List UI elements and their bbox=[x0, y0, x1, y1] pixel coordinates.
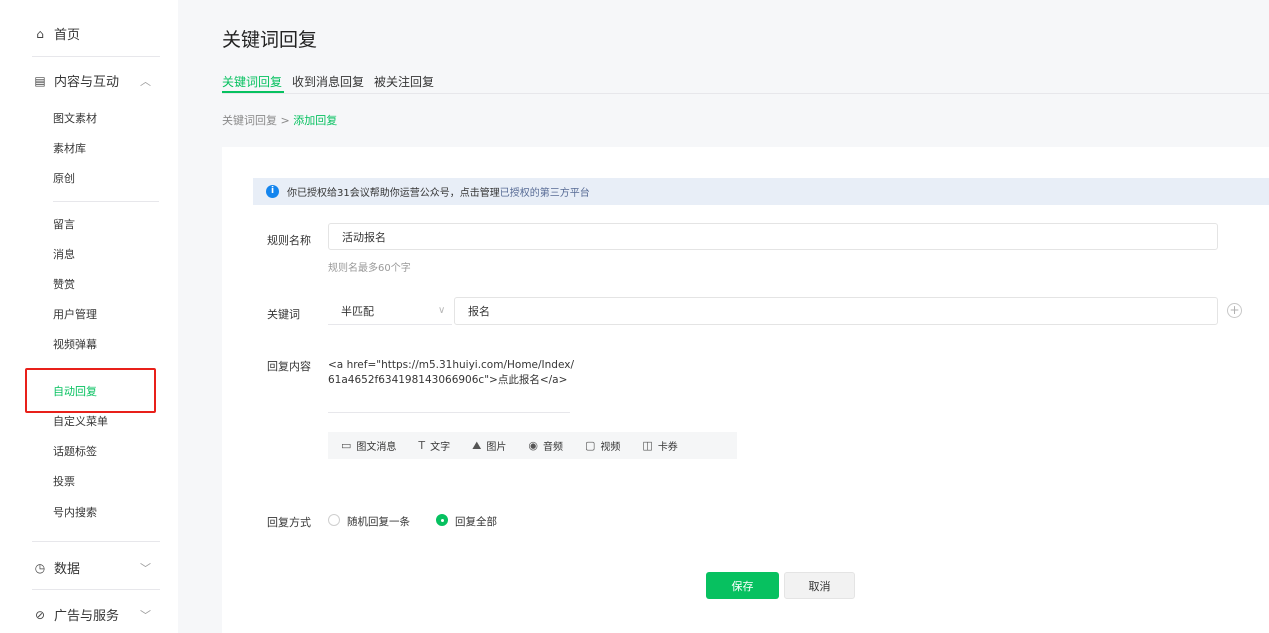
reply-content-label: 回复内容 bbox=[267, 360, 311, 373]
notice-text: 你已授权给31会议帮助你运营公众号，点击管理 bbox=[287, 188, 500, 199]
tab-bar: 关键词回复 收到消息回复 被关注回复 bbox=[222, 73, 444, 90]
sidebar-item-danmaku[interactable]: 视频弹幕 bbox=[53, 337, 97, 353]
tab-divider bbox=[222, 93, 1269, 94]
rule-name-label: 规则名称 bbox=[267, 234, 311, 247]
rule-name-value: 活动报名 bbox=[342, 230, 386, 244]
audio-icon: ◉ bbox=[528, 439, 538, 452]
highlight-annotation bbox=[25, 368, 156, 413]
chevron-down-icon: ﹀ bbox=[140, 561, 151, 575]
tool-video[interactable]: ▢ 视频 bbox=[585, 438, 620, 453]
sidebar-item-messages[interactable]: 消息 bbox=[53, 247, 75, 263]
sidebar-item-original[interactable]: 原创 bbox=[53, 171, 75, 187]
nav-content-label: 内容与互动 bbox=[54, 75, 120, 90]
rule-name-input[interactable]: 活动报名 bbox=[328, 223, 1218, 250]
match-type-value: 半匹配 bbox=[341, 304, 374, 318]
sidebar-item-vote[interactable]: 投票 bbox=[53, 474, 75, 490]
breadcrumb-current: 添加回复 bbox=[293, 114, 338, 127]
reply-content-line: <a href="https://m5.31huiyi.com/Home/Ind… bbox=[328, 359, 574, 371]
nav-home-label: 首页 bbox=[54, 28, 81, 43]
reply-type-toolbar: ▭ 图文消息 T 文字 ⛰ 图片 ◉ 音频 ▢ 视频 ◫ 卡券 bbox=[328, 432, 737, 459]
tool-image-label: 图片 bbox=[486, 442, 507, 453]
sidebar-divider bbox=[32, 589, 160, 590]
reply-content-editor[interactable]: <a href="https://m5.31huiyi.com/Home/Ind… bbox=[328, 358, 608, 388]
sidebar-item-topic-tags[interactable]: 话题标签 bbox=[53, 444, 97, 460]
sidebar-item-search[interactable]: 号内搜索 bbox=[53, 505, 97, 521]
tool-news[interactable]: ▭ 图文消息 bbox=[341, 438, 396, 453]
breadcrumb-separator: > bbox=[280, 114, 290, 127]
coupon-icon: ◫ bbox=[642, 439, 653, 452]
tool-text-label: 文字 bbox=[430, 442, 451, 453]
tool-text[interactable]: T 文字 bbox=[418, 438, 450, 453]
nav-ads-label: 广告与服务 bbox=[54, 609, 120, 624]
form-card bbox=[222, 147, 1269, 633]
reply-mode-label: 回复方式 bbox=[267, 516, 311, 529]
tool-audio[interactable]: ◉ 音频 bbox=[528, 438, 563, 453]
video-icon: ▢ bbox=[585, 439, 596, 452]
reply-content-line: 61a4652f634198143066906c">点此报名</a> bbox=[328, 374, 568, 386]
nav-data-label: 数据 bbox=[54, 562, 81, 577]
chevron-up-icon: ︿ bbox=[140, 74, 151, 88]
editor-divider bbox=[328, 412, 570, 413]
nav-home[interactable]: ⌂ 首页 bbox=[32, 24, 81, 44]
compass-icon: ⊘ bbox=[34, 607, 46, 622]
keyword-label: 关键词 bbox=[267, 308, 300, 321]
chevron-down-icon: ∨ bbox=[438, 305, 446, 316]
keyword-input[interactable]: 报名 bbox=[454, 297, 1218, 325]
tool-image[interactable]: ⛰ 图片 bbox=[472, 438, 507, 454]
radio-reply-all[interactable] bbox=[436, 514, 448, 526]
tab-message-reply[interactable]: 收到消息回复 bbox=[292, 73, 364, 90]
image-icon: ⛰ bbox=[472, 438, 482, 452]
match-type-select[interactable]: 半匹配 ∨ bbox=[328, 297, 452, 325]
sidebar-item-comments[interactable]: 留言 bbox=[53, 217, 75, 233]
authorization-notice: i 你已授权给31会议帮助你运营公众号，点击管理 已授权的第三方平台 bbox=[253, 178, 1269, 205]
sidebar-divider bbox=[32, 541, 160, 542]
breadcrumb: 关键词回复 > 添加回复 bbox=[222, 112, 337, 128]
breadcrumb-parent[interactable]: 关键词回复 bbox=[222, 114, 277, 127]
tool-audio-label: 音频 bbox=[543, 442, 563, 453]
sidebar-divider bbox=[32, 56, 160, 57]
home-icon: ⌂ bbox=[36, 26, 44, 41]
nav-data[interactable]: ◷ 数据 ﹀ bbox=[32, 558, 151, 578]
sidebar: ⌂ 首页 ▤ 内容与互动 ︿ 图文素材 素材库 原创 留言 消息 赞赏 用户管理… bbox=[0, 0, 178, 633]
rule-name-hint: 规则名最多60个字 bbox=[328, 263, 411, 274]
radio-reply-all-label[interactable]: 回复全部 bbox=[455, 514, 497, 529]
add-keyword-icon[interactable]: + bbox=[1227, 303, 1242, 318]
news-icon: ▭ bbox=[341, 439, 352, 452]
nav-ads[interactable]: ⊘ 广告与服务 ﹀ bbox=[32, 605, 151, 625]
tool-coupon-label: 卡券 bbox=[657, 442, 678, 453]
keyword-value: 报名 bbox=[468, 305, 490, 318]
radio-random-reply[interactable] bbox=[328, 514, 340, 526]
sidebar-item-rewards[interactable]: 赞赏 bbox=[53, 277, 75, 293]
chevron-down-icon: ﹀ bbox=[140, 608, 151, 622]
tool-coupon[interactable]: ◫ 卡券 bbox=[642, 438, 677, 453]
info-icon: i bbox=[266, 185, 279, 198]
sidebar-item-library[interactable]: 素材库 bbox=[53, 141, 86, 157]
page-title: 关键词回复 bbox=[222, 29, 318, 51]
sidebar-item-articles[interactable]: 图文素材 bbox=[53, 111, 97, 127]
radio-random-reply-label[interactable]: 随机回复一条 bbox=[347, 514, 410, 529]
sidebar-item-custom-menu[interactable]: 自定义菜单 bbox=[53, 414, 108, 430]
tool-video-label: 视频 bbox=[600, 442, 621, 453]
notice-link[interactable]: 已授权的第三方平台 bbox=[500, 184, 590, 199]
text-icon: T bbox=[418, 439, 426, 452]
sidebar-item-users[interactable]: 用户管理 bbox=[53, 307, 97, 323]
clock-icon: ◷ bbox=[34, 560, 46, 575]
tab-follow-reply[interactable]: 被关注回复 bbox=[374, 73, 434, 90]
sidebar-divider bbox=[53, 201, 159, 202]
document-icon: ▤ bbox=[34, 73, 46, 88]
cancel-button[interactable]: 取消 bbox=[784, 572, 855, 599]
tool-news-label: 图文消息 bbox=[356, 442, 397, 453]
nav-content[interactable]: ▤ 内容与互动 ︿ bbox=[32, 71, 151, 91]
tab-keyword-reply[interactable]: 关键词回复 bbox=[222, 73, 282, 90]
save-button[interactable]: 保存 bbox=[706, 572, 779, 599]
